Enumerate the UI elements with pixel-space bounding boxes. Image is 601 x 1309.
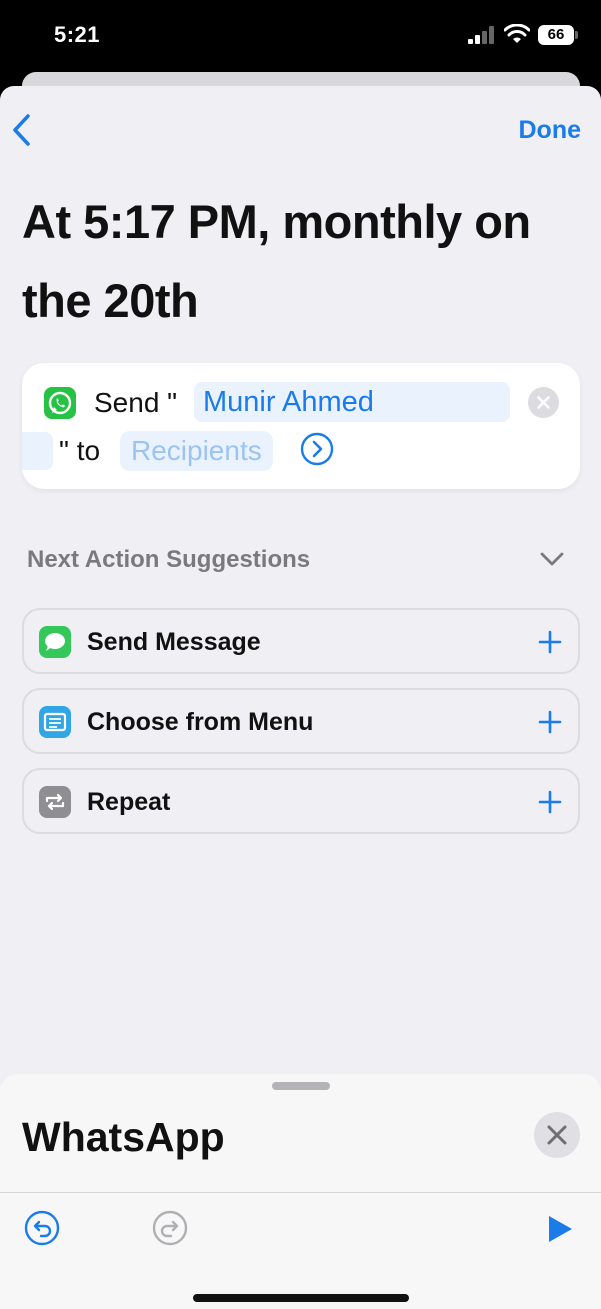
undo-button[interactable] (24, 1210, 60, 1246)
suggestions-header: Next Action Suggestions (27, 546, 311, 573)
suggestion-label: Send Message (87, 628, 261, 656)
toolbar-divider (0, 1192, 601, 1193)
recipients-field[interactable]: Recipients (120, 431, 273, 471)
automation-title: At 5:17 PM, monthly on the 20th (22, 195, 531, 327)
suggestion-send-message[interactable]: Send Message (22, 608, 580, 674)
action-library-panel: WhatsApp (0, 1074, 601, 1309)
panel-grabber[interactable] (272, 1082, 330, 1090)
messages-icon (39, 626, 71, 658)
repeat-icon (39, 786, 71, 818)
message-text-field[interactable]: Munir Ahmed (194, 382, 510, 422)
suggestion-choose-from-menu[interactable]: Choose from Menu (22, 688, 580, 754)
clear-text-button[interactable] (528, 387, 559, 418)
plus-icon (538, 710, 562, 734)
redo-icon (152, 1210, 188, 1246)
cellular-signal-icon (468, 26, 496, 44)
plus-icon (538, 630, 562, 654)
chevron-left-icon (13, 114, 30, 146)
status-bar: 5:21 66 (0, 0, 601, 72)
done-button[interactable]: Done (519, 116, 582, 145)
send-action-card: Send " Munir Ahmed " to Recipients (22, 363, 580, 489)
clear-icon (537, 396, 550, 409)
send-label: Send " (94, 387, 178, 418)
chevron-circle-right-icon (300, 432, 334, 466)
status-time: 5:21 (54, 22, 101, 47)
to-label: " to (59, 435, 101, 466)
panel-title: WhatsApp (22, 1114, 225, 1160)
close-panel-button[interactable] (534, 1112, 580, 1158)
suggestion-repeat[interactable]: Repeat (22, 768, 580, 834)
play-icon (549, 1216, 572, 1242)
undo-icon (24, 1210, 60, 1246)
expand-action-button[interactable] (300, 432, 334, 466)
whatsapp-icon (44, 387, 76, 419)
chevron-down-icon (540, 552, 564, 566)
plus-icon (538, 790, 562, 814)
battery-indicator: 66 (538, 25, 574, 45)
back-button[interactable] (10, 112, 36, 148)
wifi-icon (504, 24, 530, 44)
redo-button (152, 1210, 188, 1246)
battery-tip (575, 31, 578, 39)
suggestion-label: Choose from Menu (87, 708, 314, 736)
collapse-suggestions-button[interactable] (538, 548, 566, 570)
close-icon (547, 1125, 567, 1145)
menu-icon (39, 706, 71, 738)
message-text-field-continuation[interactable] (22, 432, 53, 470)
run-button[interactable] (546, 1214, 574, 1244)
home-indicator (193, 1294, 409, 1302)
suggestion-label: Repeat (87, 788, 171, 816)
